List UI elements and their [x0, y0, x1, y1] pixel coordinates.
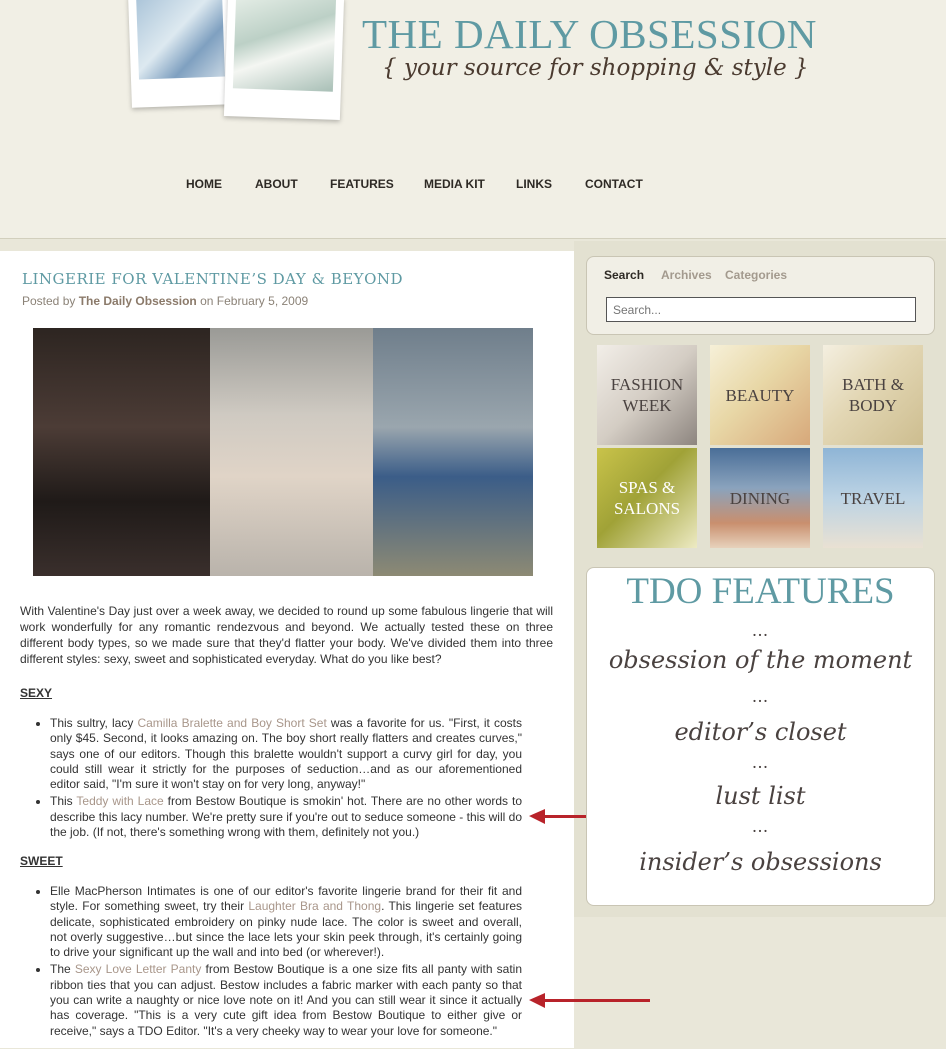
nav-links[interactable]: LINKS [516, 177, 552, 191]
header-photo-2 [223, 0, 345, 120]
post-intro: With Valentine's Day just over a week aw… [20, 604, 553, 666]
item-text: This [50, 794, 77, 809]
byline-prefix: Posted by [22, 294, 76, 308]
tile-label: TRAVEL [840, 488, 906, 508]
divider-dots: ... [752, 816, 769, 836]
sexy-list: This sultry, lacy Camilla Bralette and B… [34, 716, 522, 842]
tile-dining[interactable]: DINING [710, 448, 810, 548]
tile-label: SPAS & SALONS [613, 478, 681, 518]
tab-categories[interactable]: Categories [725, 268, 787, 282]
nav-features[interactable]: FEATURES [330, 177, 394, 191]
divider-dots: ... [752, 752, 769, 772]
section-heading-sexy: SEXY [20, 686, 53, 700]
features-title: TDO FEATURES [626, 571, 895, 612]
product-link[interactable]: Camilla Bralette and Boy Short Set [137, 716, 326, 730]
hero-photo-blue-lingerie [373, 328, 533, 576]
feature-link-obsession-of-the-moment[interactable]: obsession of the moment [586, 646, 935, 674]
annotation-arrow-icon [529, 993, 650, 1008]
hero-photo-black-lingerie [33, 328, 210, 576]
site-title[interactable]: THE DAILY OBSESSION [362, 10, 817, 58]
item-text: This sultry, lacy [50, 716, 138, 730]
post-byline: Posted by The Daily Obsession on Februar… [22, 294, 308, 308]
tile-label: BATH & BODY [842, 375, 904, 415]
byline-author-link[interactable]: The Daily Obsession [79, 294, 197, 308]
feature-link-insiders-obsessions[interactable]: insider’s obsessions [586, 848, 935, 876]
byline-date: on February 5, 2009 [200, 294, 309, 308]
search-input[interactable] [606, 297, 916, 322]
tile-bath-body[interactable]: BATH & BODY [823, 345, 923, 445]
tile-label: DINING [729, 488, 791, 508]
product-link[interactable]: Laughter Bra and Thong [248, 899, 381, 913]
nav-home[interactable]: HOME [186, 177, 222, 191]
tile-label: FASHION WEEK [610, 375, 684, 415]
tile-travel[interactable]: TRAVEL [823, 448, 923, 548]
feature-link-lust-list[interactable]: lust list [586, 782, 935, 810]
product-link[interactable]: Sexy Love Letter Panty [75, 962, 202, 976]
item-text: The [50, 962, 75, 977]
tile-spas-salons[interactable]: SPAS & SALONS [597, 448, 697, 548]
hero-photo-nude-lingerie [210, 328, 373, 576]
list-item: Elle MacPherson Intimates is one of our … [34, 884, 522, 960]
post-title[interactable]: LINGERIE FOR VALENTINE’S DAY & BEYOND [22, 270, 403, 288]
tile-label: BEAUTY [725, 385, 795, 405]
section-heading-sweet: SWEET [20, 854, 63, 868]
nav-media-kit[interactable]: MEDIA KIT [424, 177, 485, 191]
nav-about[interactable]: ABOUT [255, 177, 298, 191]
divider-dots: ... [752, 686, 769, 706]
list-item: This Teddy with Lace from Bestow Boutiqu… [34, 794, 522, 840]
post-hero-image [33, 328, 533, 576]
divider-dots: ... [752, 620, 769, 640]
site-tagline: { your source for shopping & style } [382, 55, 809, 81]
tile-beauty[interactable]: BEAUTY [710, 345, 810, 445]
tab-search[interactable]: Search [604, 268, 644, 282]
feature-link-editors-closet[interactable]: editor’s closet [586, 718, 935, 746]
tab-archives[interactable]: Archives [661, 268, 712, 282]
product-link[interactable]: Teddy with Lace [76, 794, 163, 808]
header-photo-1 [128, 0, 234, 108]
tile-fashion-week[interactable]: FASHION WEEK [597, 345, 697, 445]
list-item: The Sexy Love Letter Panty from Bestow B… [34, 962, 522, 1038]
nav-contact[interactable]: CONTACT [585, 177, 643, 191]
sweet-list: Elle MacPherson Intimates is one of our … [34, 884, 522, 1041]
list-item: This sultry, lacy Camilla Bralette and B… [34, 716, 522, 792]
